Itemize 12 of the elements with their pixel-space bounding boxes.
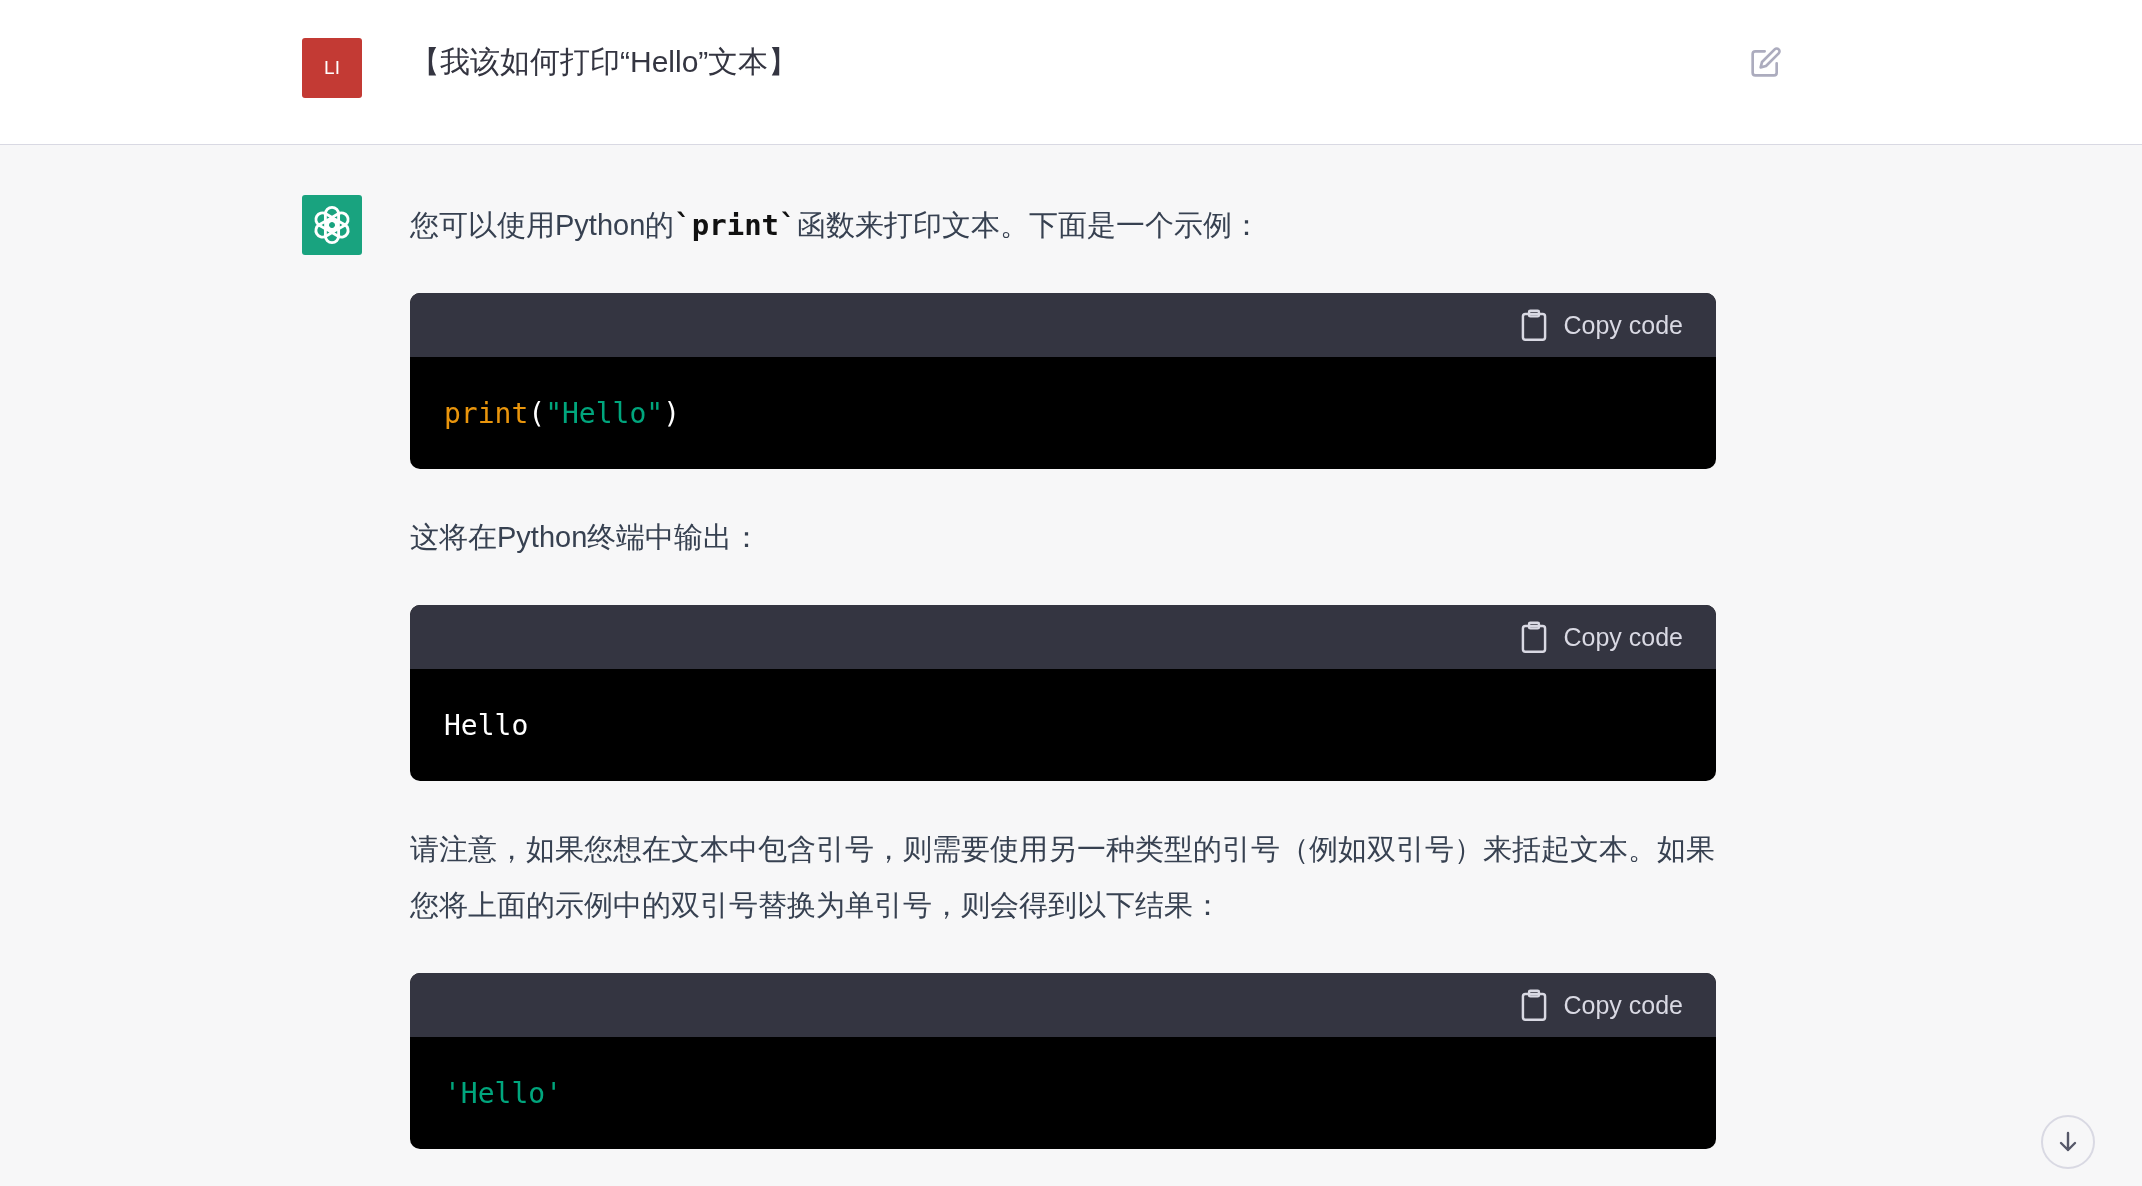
answer-paragraph: 您可以使用Python的`print`函数来打印文本。下面是一个示例： [410, 207, 1262, 244]
copy-code-button[interactable]: Copy code [1519, 989, 1683, 1021]
question-text: 【我该如何打印“Hello”文本】 [410, 44, 800, 80]
code-line: 'Hello' [444, 1076, 562, 1110]
user-avatar: LI [302, 38, 362, 98]
code-line: print("Hello") [444, 396, 681, 430]
copy-code-button[interactable]: Copy code [1519, 621, 1683, 653]
answer-paragraph: 请注意，如果您想在文本中包含引号，则需要使用另一种类型的引号（例如双引号）来括起文本。如果您将上面的示例中的双引号替换为单引号，则会得到以下结果： [410, 832, 1716, 923]
code-line: Hello [444, 708, 529, 742]
scroll-down-button[interactable] [2041, 1115, 2095, 1169]
copy-code-button[interactable]: Copy code [1519, 309, 1683, 341]
answer-paragraph: 这将在Python终端中输出： [410, 520, 763, 555]
